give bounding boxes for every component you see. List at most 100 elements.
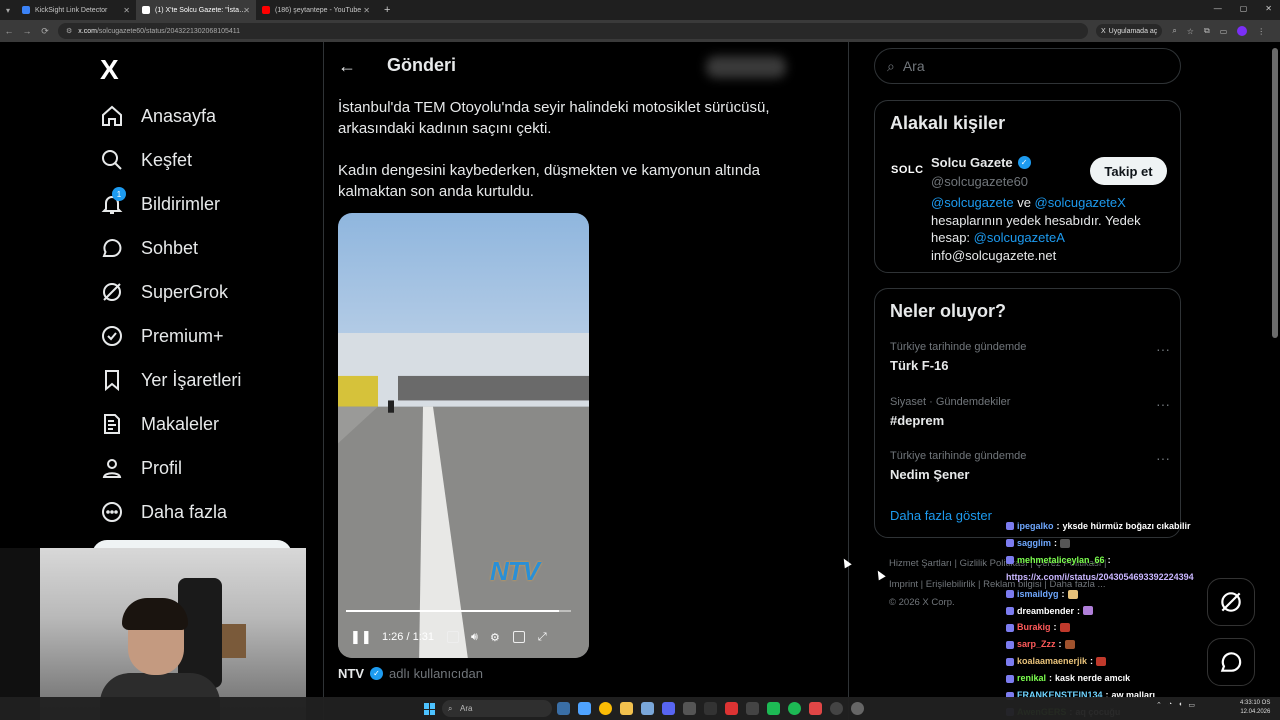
app-icon[interactable] [809,702,822,715]
new-tab-button[interactable]: + [376,4,398,16]
clock-date: 12.04.2026 [1240,709,1271,715]
chrome-icon[interactable] [599,702,612,715]
close-icon[interactable]: ✕ [243,6,250,15]
x-logo[interactable]: X [100,54,119,86]
nav-notifications[interactable]: 1 Bildirimler [100,187,220,216]
sidebar-icon[interactable]: ▭ [1220,27,1228,36]
settings-icon[interactable]: ⚙ [490,631,500,644]
nav-chat[interactable]: Sohbet [100,236,198,260]
fullscreen-icon[interactable]: ⤢ [538,631,547,644]
show-more-link[interactable]: Daha fazla göster [890,508,992,523]
stream-chat-overlay: ipegalko : yksde hürmüz boğazı cıkabilir s… [1006,518,1236,720]
close-icon[interactable]: ✕ [363,6,370,15]
tab-youtube[interactable]: (186) şeytantepe - YouTube ✕ [256,0,376,20]
discord-icon[interactable] [662,702,675,715]
volume-icon[interactable]: ◖ [1178,701,1182,709]
person-name[interactable]: Solcu Gazete ✓ [931,155,1031,170]
tab-search-icon[interactable]: ▾ [0,6,16,15]
copilot-icon[interactable] [578,702,591,715]
url-input[interactable]: ⚙ x.com /solcugazete60/status/2043221302… [58,23,1088,39]
scrollbar[interactable] [1272,48,1278,338]
ntv-watermark-logo: NTV [490,556,540,586]
extensions-icon[interactable]: ⧉ [1204,26,1210,36]
app-icon[interactable] [704,702,717,715]
tab-kicksight[interactable]: KickSight Link Detector ✕ [16,0,136,20]
solcu-gazete-avatar[interactable]: SOLC [891,164,924,176]
nav-bookmarks[interactable]: Yer İşaretleri [100,368,241,392]
more-options-icon[interactable]: ··· [1156,341,1170,357]
maximize-icon[interactable]: ▢ [1240,4,1248,13]
bio-mention-link[interactable]: @solcugazeteX [1035,195,1126,210]
nav-premium[interactable]: Premium+ [100,324,224,348]
bio-mention-link[interactable]: @solcugazete [931,195,1014,210]
chat-badge-icon [1006,623,1014,632]
more-options-icon[interactable]: ··· [1156,396,1170,412]
volume-icon[interactable]: 🔊︎ [471,631,478,644]
search-icon: ⌕ [448,703,453,713]
pip-icon[interactable] [512,631,525,643]
windows-start-icon[interactable] [424,703,436,715]
trend-item[interactable]: Türkiye tarihinde gündemde Türk F-16 ··· [890,341,1170,373]
profile-avatar[interactable] [1237,26,1248,36]
article-icon [104,414,120,434]
nav-articles[interactable]: Makaleler [100,412,219,436]
forward-arrow-icon[interactable]: → [18,26,36,36]
nav-profile[interactable]: Profil [100,456,182,480]
follow-button[interactable]: Takip et [1090,157,1167,185]
nav-more[interactable]: Daha fazla [100,500,227,524]
taskbar-search[interactable]: ⌕ Ara [442,700,552,717]
app-icon[interactable] [746,702,759,715]
video-player[interactable]: NTV ❚❚ 1:26 / 1:31 🔊︎ ⚙ ⤢ [338,213,589,658]
back-arrow-icon[interactable]: ← [338,56,356,77]
tray-chevron-icon[interactable]: ⌃ [1156,701,1162,709]
site-info-icon[interactable]: ⚙ [66,27,72,35]
open-in-app-label: Uygulamada aç [1108,27,1158,35]
app-icon[interactable] [767,702,780,715]
bio-mention-link[interactable]: @solcugazeteA [974,230,1065,245]
chat-colon: : [1054,537,1058,548]
zoom-icon[interactable]: ⌕ [1172,26,1176,36]
nav-supergrok[interactable]: SuperGrok [100,280,228,304]
app-icon[interactable] [641,702,654,715]
pause-icon[interactable]: ❚❚ [350,629,372,645]
star-icon[interactable]: ☆ [1187,27,1194,36]
trend-item[interactable]: Siyaset · Gündemdekiler #deprem ··· [890,396,1170,428]
battery-icon[interactable]: ▭ [1188,701,1195,709]
video-progress-bar[interactable] [346,610,571,612]
tab-x-post[interactable]: (1) X'te Solcu Gazete: "İsta… ✕ [136,0,256,20]
nav-label: Keşfet [141,149,193,170]
taskbar-clock[interactable]: 4:33:10 OS 12.04.2026 [1240,699,1270,717]
minimize-icon[interactable]: — [1214,4,1222,13]
obs-icon[interactable] [830,702,843,715]
close-window-icon[interactable]: ✕ [1265,4,1272,13]
app-icon[interactable] [725,702,738,715]
close-icon[interactable]: ✕ [123,6,130,15]
app-icon[interactable] [851,702,864,715]
open-in-app-button[interactable]: X Uygulamada aç [1096,24,1163,38]
spotify-icon[interactable] [788,702,801,715]
video-time: 1:26 / 1:31 [382,631,434,643]
back-arrow-icon[interactable]: ← [0,26,18,36]
chat-message: sarp_Zzz : [1006,636,1236,653]
chat-message: sagglim : [1006,535,1236,552]
tab-label: KickSight Link Detector [35,6,108,14]
webcam-overlay [0,548,306,720]
chat-username: sarp_Zzz [1017,639,1056,650]
video-attribution[interactable]: NTV ✓ adlı kullanıcıdan [338,666,483,681]
captions-icon[interactable] [447,631,459,643]
youtube-favicon-icon [262,6,270,14]
chat-username: renikal [1017,673,1047,684]
menu-icon[interactable]: ⋮ [1257,27,1265,36]
reload-icon[interactable]: ⟳ [36,26,54,37]
nav-explore[interactable]: Keşfet [100,148,192,172]
wifi-icon[interactable]: ◔ [1168,701,1172,709]
taskview-icon[interactable] [557,702,570,715]
app-icon[interactable] [683,702,696,715]
explorer-icon[interactable] [620,702,633,715]
chat-badge-icon [1006,640,1014,649]
mouse-cursor [840,556,852,569]
trend-item[interactable]: Türkiye tarihinde gündemde Nedim Şener ·… [890,450,1170,482]
search-input[interactable]: ⌕ Ara [874,48,1181,84]
more-options-icon[interactable]: ··· [1156,450,1170,466]
nav-home[interactable]: Anasayfa [100,104,216,128]
